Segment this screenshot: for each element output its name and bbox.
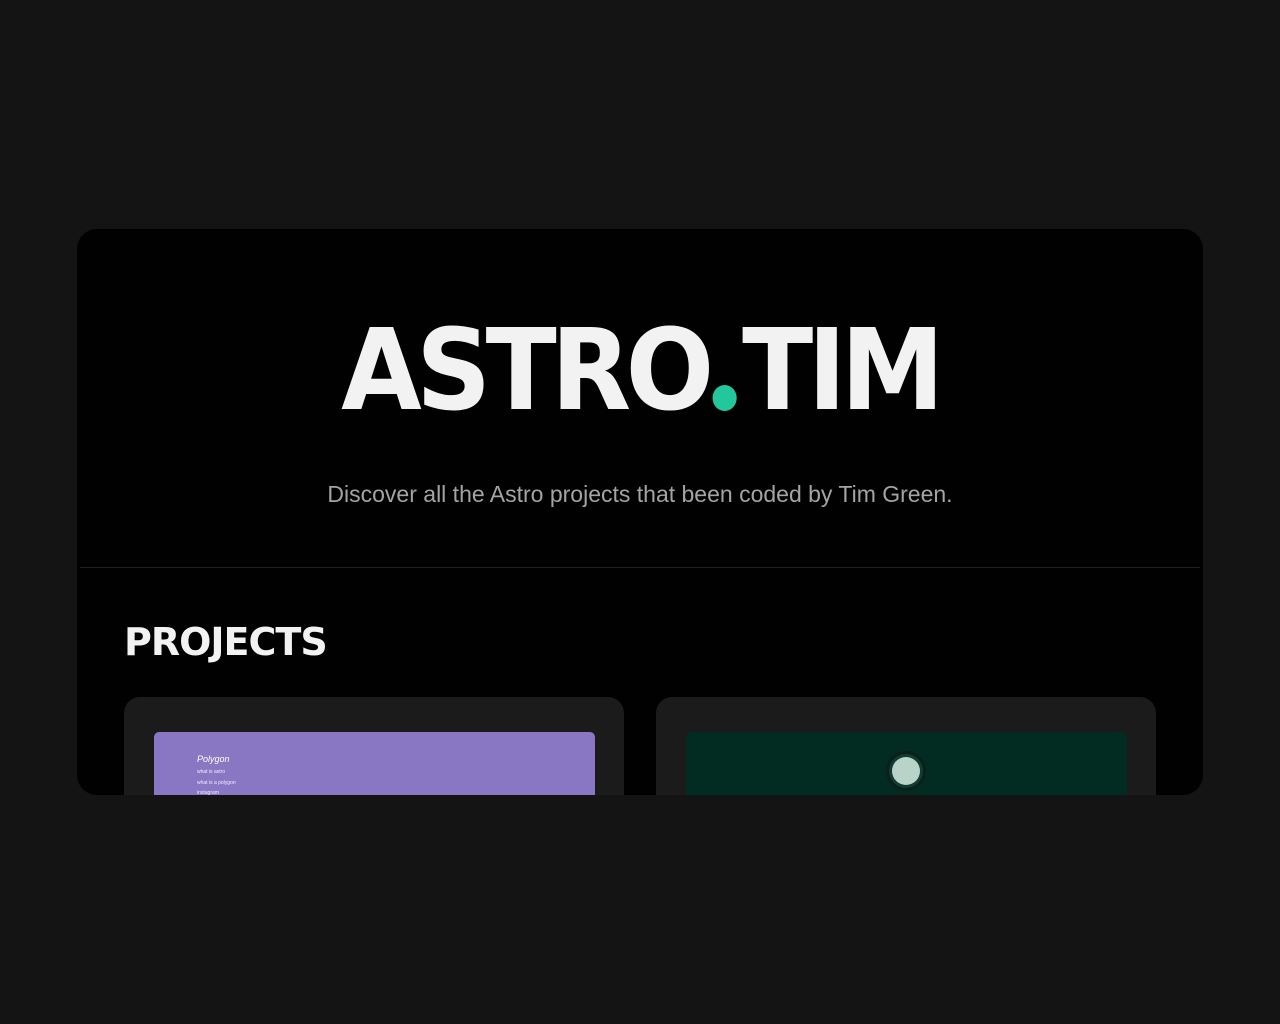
project-card-profile[interactable] (656, 697, 1156, 795)
thumbnail-link: instagram (197, 790, 219, 795)
section-divider (80, 567, 1200, 568)
avatar-icon (886, 751, 926, 791)
project-card-polygon[interactable]: Polygon what is astro what is a polygon … (124, 697, 624, 795)
logo-text-tim: TIM (742, 306, 944, 436)
thumbnail-title: Polygon (197, 754, 230, 764)
hero-tagline: Discover all the Astro projects that bee… (327, 481, 953, 507)
project-thumbnail[interactable] (686, 732, 1127, 795)
logo-dot-icon (712, 385, 737, 411)
projects-heading: PROJECTS (124, 620, 328, 664)
logo-text-astro: ASTRO (341, 306, 714, 436)
avatar-face (892, 757, 920, 785)
thumbnail-link: what is astro (197, 769, 226, 775)
site-logo[interactable]: ASTRO TIM (116, 315, 1163, 427)
thumbnail-link: what is a polygon (197, 780, 236, 786)
browser-window: ASTRO TIM Discover all the Astro projects… (77, 229, 1203, 795)
project-thumbnail[interactable]: Polygon what is astro what is a polygon … (154, 732, 595, 795)
